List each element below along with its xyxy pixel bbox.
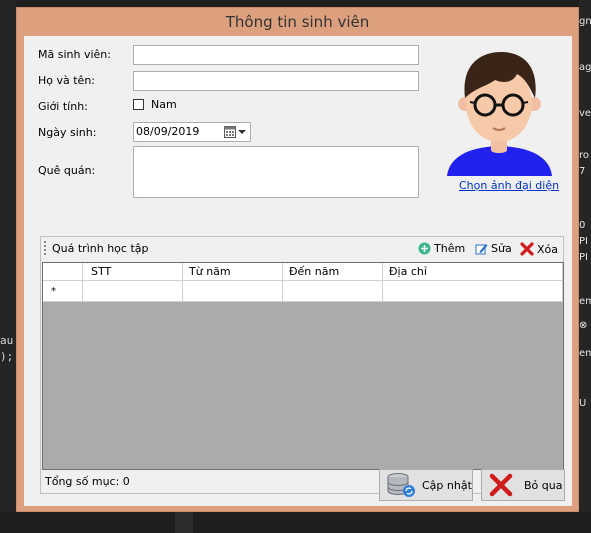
birth-date-label: Ngày sinh: <box>38 126 97 139</box>
birth-date-picker[interactable]: 08/09/2019 <box>133 122 251 142</box>
ide-fragment: em <box>579 296 591 307</box>
code-fragment: au <box>0 334 14 347</box>
new-row-marker: * <box>43 281 83 302</box>
code-fragment: ); <box>0 350 14 363</box>
ide-fragment: ag <box>579 62 591 73</box>
student-info-dialog: Thông tin sinh viên Mã sinh viên: Họ và … <box>16 7 579 512</box>
study-history-panel: Quá trình học tập Thêm Sửa Xóa STT Từ nă… <box>40 236 564 494</box>
ide-fragment: 0 <box>579 220 586 231</box>
ide-fragment: ⊗ <box>579 320 588 331</box>
hometown-label: Quê quán: <box>38 164 96 177</box>
birth-date-value: 08/09/2019 <box>136 125 200 138</box>
edit-button-label: Sửa <box>491 242 512 255</box>
new-row-cell-address[interactable] <box>383 281 563 302</box>
update-button-label: Cập nhật <box>422 478 472 492</box>
new-row-cell-to-year[interactable] <box>283 281 383 302</box>
ide-fragment: U <box>579 398 587 409</box>
item-count-text: Tổng số mục: 0 <box>45 475 130 488</box>
delete-button[interactable]: Xóa <box>520 242 558 256</box>
cancel-icon <box>489 473 513 497</box>
add-button-label: Thêm <box>434 242 466 255</box>
ide-left-panel: au ); <box>0 0 16 533</box>
ide-fragment: ro <box>579 150 590 161</box>
student-id-label: Mã sinh viên: <box>38 48 111 61</box>
column-header-to-year[interactable]: Đến năm <box>283 263 383 281</box>
ide-fragment: 7 <box>579 166 586 177</box>
edit-icon <box>475 244 488 255</box>
edit-button[interactable]: Sửa <box>475 242 512 255</box>
new-row-cell-stt[interactable] <box>83 281 183 302</box>
column-header-stt[interactable]: STT <box>83 263 183 281</box>
column-header-from-year[interactable]: Từ năm <box>183 263 283 281</box>
add-icon <box>418 242 431 255</box>
ide-bottom-bar <box>0 512 591 533</box>
ide-fragment: em <box>579 348 591 359</box>
gender-label: Giới tính: <box>38 100 88 113</box>
add-button[interactable]: Thêm <box>418 242 465 255</box>
name-label: Họ và tên: <box>38 74 96 87</box>
hometown-textarea[interactable] <box>133 146 419 198</box>
cancel-button[interactable]: Bỏ qua <box>481 469 565 501</box>
ide-fragment: gn <box>579 16 591 27</box>
study-history-toolbar: Quá trình học tập Thêm Sửa Xóa <box>41 237 563 261</box>
delete-icon <box>520 242 534 256</box>
gender-checkbox-label[interactable]: Nam <box>151 98 177 111</box>
ide-block <box>175 512 193 533</box>
calendar-icon[interactable] <box>224 126 248 139</box>
toolbar-grip-icon <box>44 241 46 257</box>
gender-checkbox[interactable] <box>133 99 144 110</box>
ide-fragment: PI <box>579 236 588 247</box>
database-update-icon <box>387 473 415 497</box>
grid-row-header-corner <box>43 263 83 281</box>
avatar-image[interactable] <box>447 46 552 176</box>
choose-avatar-link[interactable]: Chọn ảnh đại diện <box>459 179 559 192</box>
cancel-button-label: Bỏ qua <box>524 478 563 492</box>
window-title: Thông tin sinh viên <box>225 13 370 31</box>
ide-right-panel: gn ag ve ro 7 0 PI PI em ⊗ em U <box>579 0 591 533</box>
delete-button-label: Xóa <box>537 242 559 256</box>
column-header-address[interactable]: Địa chỉ <box>383 263 563 281</box>
name-input[interactable] <box>133 71 419 91</box>
study-history-grid[interactable]: STT Từ năm Đến năm Địa chỉ * <box>42 262 564 470</box>
student-id-input[interactable] <box>133 45 419 65</box>
new-row-cell-from-year[interactable] <box>183 281 283 302</box>
ide-fragment: PI <box>579 252 588 263</box>
update-button[interactable]: Cập nhật <box>379 469 473 501</box>
dialog-client-area: Mã sinh viên: Họ và tên: Giới tính: Nam … <box>24 36 572 506</box>
study-history-title: Quá trình học tập <box>52 242 149 255</box>
ide-fragment: ve <box>579 108 591 119</box>
